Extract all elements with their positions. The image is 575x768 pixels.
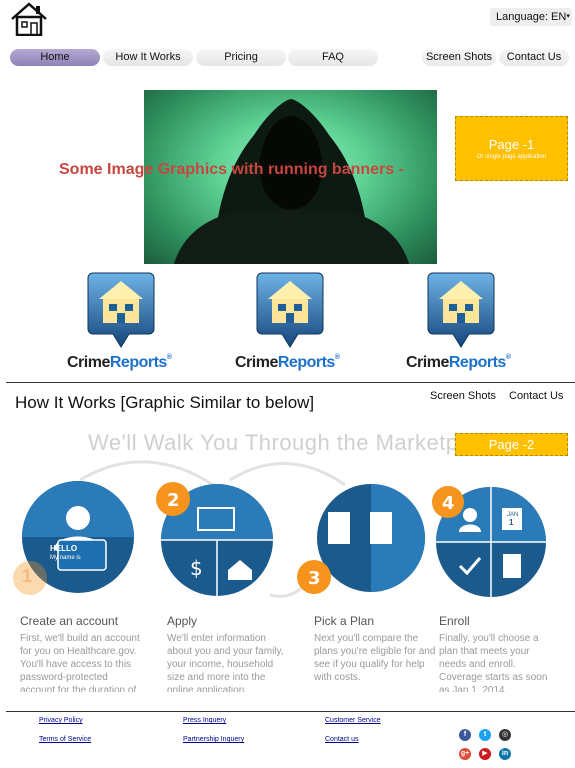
section-divider xyxy=(6,382,575,383)
customer-service-link[interactable]: Customer Service xyxy=(325,717,381,724)
nav-screen-shots[interactable]: Screen Shots xyxy=(422,49,496,66)
step-3-title: Pick a Plan xyxy=(314,614,375,628)
contact-us-link[interactable]: Contact Us xyxy=(509,390,563,402)
twitter-icon[interactable]: t xyxy=(479,729,491,741)
calendar-day: 1 xyxy=(509,518,514,527)
contact-us-footer-link[interactable]: Contact us xyxy=(325,736,358,743)
nav-faq[interactable]: FAQ xyxy=(288,49,378,66)
hello-badge-text: HELLO xyxy=(50,544,78,553)
language-label: Language: EN xyxy=(496,11,567,23)
facebook-icon[interactable]: f xyxy=(459,729,471,741)
step-2-title: Apply xyxy=(167,614,198,628)
nav-contact-us[interactable]: Contact Us xyxy=(499,49,569,66)
crime-reports-house-icon[interactable] xyxy=(87,271,155,349)
step-2-desc: We'll enter information about you and yo… xyxy=(167,633,284,692)
page-1-subtitle: Or single page application xyxy=(476,154,547,160)
google-plus-icon[interactable]: g+ xyxy=(459,748,471,760)
page-2-label: Page -2 xyxy=(455,433,568,456)
nav-home[interactable]: Home xyxy=(10,49,100,66)
page-1-title: Page -1 xyxy=(488,137,535,152)
step-3-desc: Next you'll compare the plans you're eli… xyxy=(314,633,436,683)
how-it-works-title: How It Works [Graphic Similar to below] xyxy=(15,393,315,412)
footer-divider xyxy=(6,711,575,712)
instagram-icon[interactable]: ◎ xyxy=(499,729,511,741)
privacy-policy-link[interactable]: Privacy Policy xyxy=(39,717,83,724)
page-1-label: Page -1 Or single page application xyxy=(455,116,568,181)
screen-shots-link[interactable]: Screen Shots xyxy=(430,390,496,402)
crime-reports-logo-3: CrimeReports® xyxy=(406,354,511,371)
step-1-number: 1 xyxy=(22,566,33,586)
terms-of-service-link[interactable]: Terms of Service xyxy=(39,736,91,743)
step-1-desc: First, we'll build an account for you on… xyxy=(20,633,140,692)
home-logo-icon[interactable] xyxy=(10,2,48,37)
step-1-title: Create an account xyxy=(20,614,119,628)
crime-reports-logo-1: CrimeReports® xyxy=(67,354,172,371)
step-4-desc: Finally, you'll choose a plan that meets… xyxy=(439,633,548,692)
language-selector[interactable]: Language: EN▾ xyxy=(490,8,572,26)
partnership-inquery-link[interactable]: Partnership Inquery xyxy=(183,736,244,743)
nav-how-it-works[interactable]: How It Works xyxy=(103,49,193,66)
step-4-title: Enroll xyxy=(439,614,470,628)
hero-banner-text: Some Image Graphics with running banners… xyxy=(59,161,404,178)
crime-reports-house-icon[interactable] xyxy=(427,271,495,349)
nav-pricing[interactable]: Pricing xyxy=(196,49,286,66)
chevron-down-icon: ▾ xyxy=(566,13,570,20)
crime-reports-logo-2: CrimeReports® xyxy=(235,354,340,371)
crime-reports-house-icon[interactable] xyxy=(256,271,324,349)
linkedin-icon[interactable]: in xyxy=(499,748,511,760)
graphic-title: We'll Walk You Through the Marketplace xyxy=(88,430,501,455)
press-inquery-link[interactable]: Press Inquery xyxy=(183,717,226,724)
hello-badge-sub: My name is xyxy=(50,555,81,561)
youtube-icon[interactable]: ▶ xyxy=(479,748,491,760)
